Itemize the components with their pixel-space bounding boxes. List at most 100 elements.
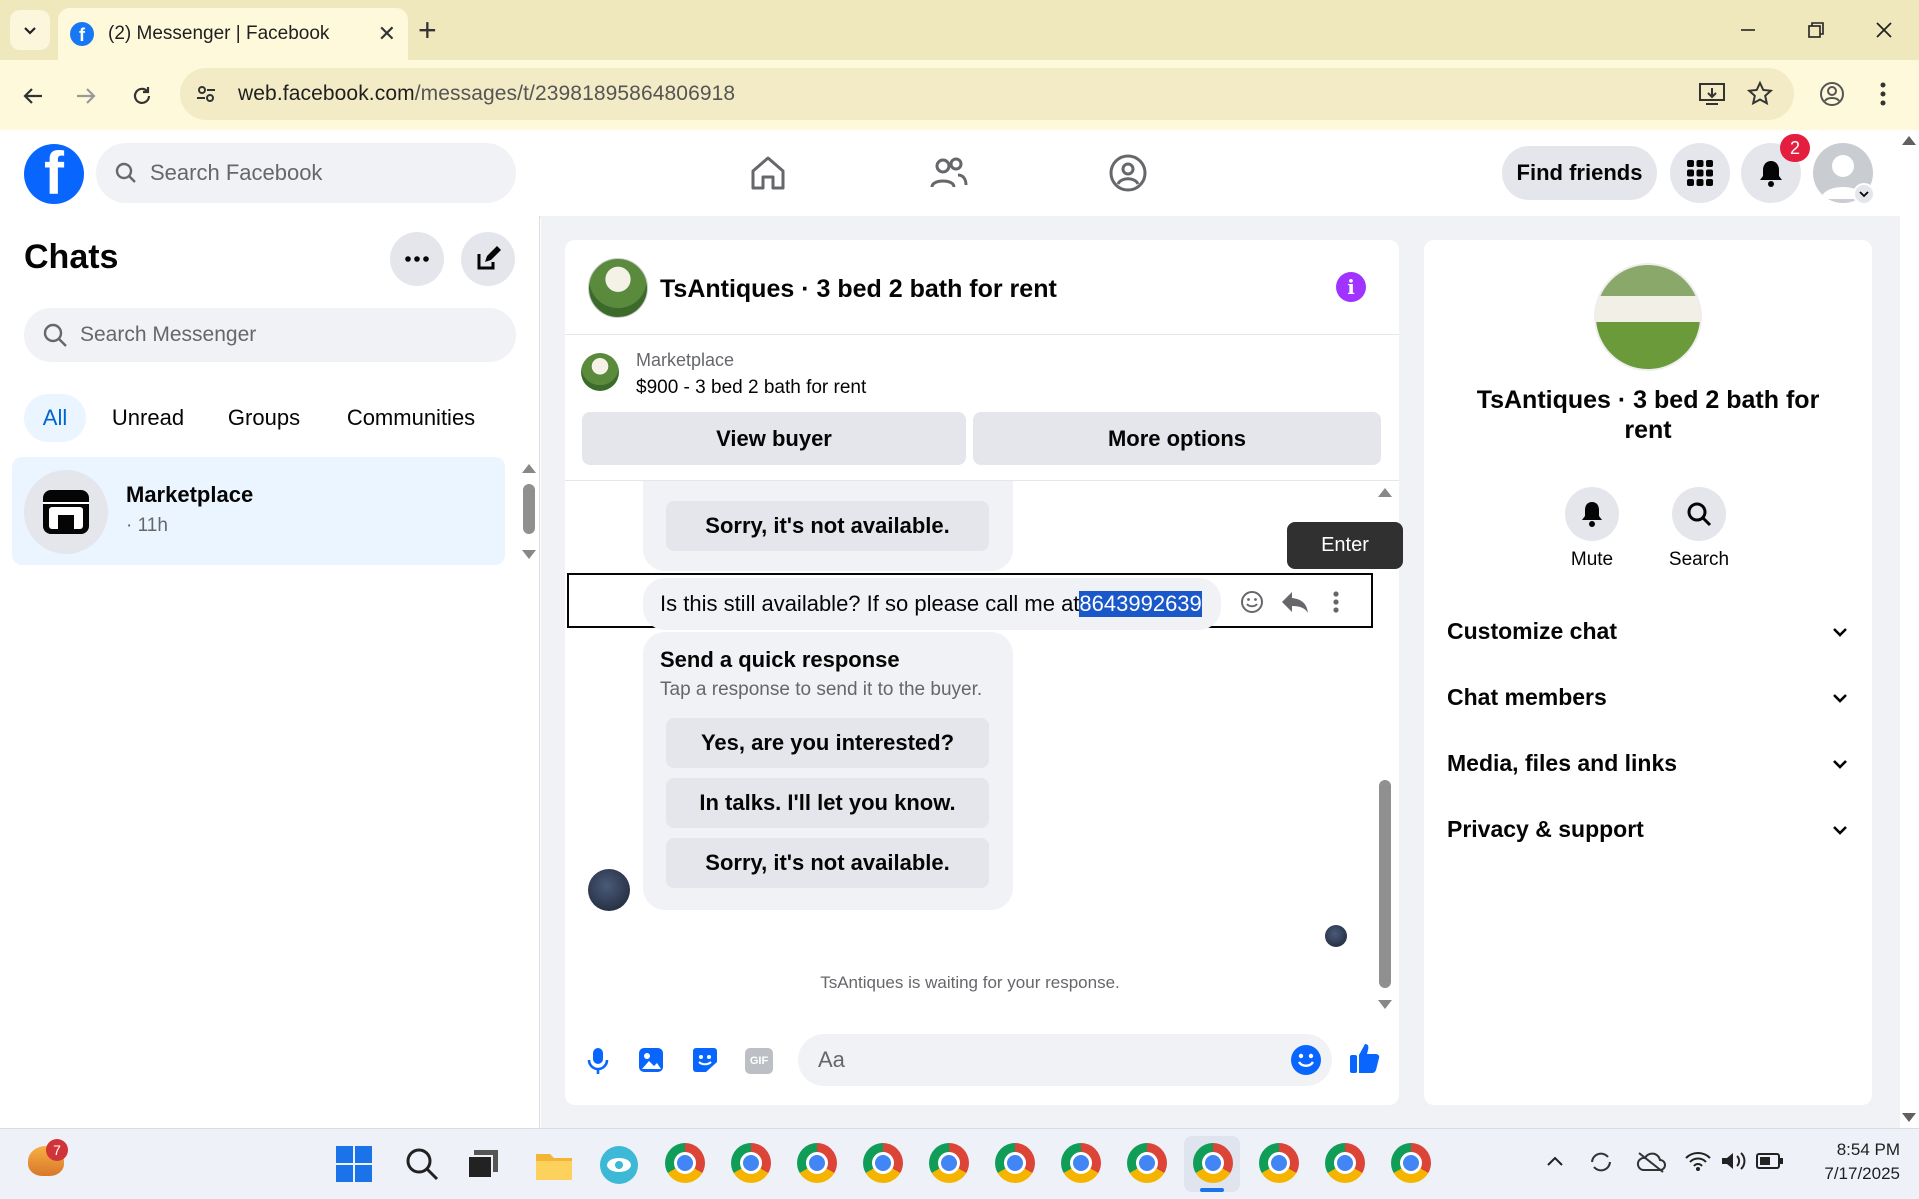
- messages-scroll-down-icon[interactable]: [1378, 1000, 1392, 1009]
- messages-scrollbar-thumb[interactable]: [1379, 780, 1391, 988]
- message-phone-number[interactable]: 8643992639: [1079, 591, 1202, 617]
- taskbar-search-icon[interactable]: [404, 1146, 440, 1187]
- gif-icon[interactable]: GIF: [745, 1048, 773, 1074]
- chatlist-scrollbar-thumb[interactable]: [523, 484, 535, 534]
- onedrive-offline-icon[interactable]: [1636, 1150, 1666, 1179]
- customize-chat-row[interactable]: Customize chat: [1447, 618, 1847, 645]
- chrome-window-icon[interactable]: [1325, 1143, 1365, 1183]
- quick-reply-not-available[interactable]: Sorry, it's not available.: [666, 838, 989, 888]
- reload-icon: [133, 87, 151, 104]
- chrome-window-icon[interactable]: [665, 1143, 705, 1183]
- chrome-window-icon[interactable]: [1259, 1143, 1299, 1183]
- attach-photo-icon[interactable]: [637, 1046, 665, 1079]
- reply-icon[interactable]: [1280, 589, 1310, 620]
- message-more-icon[interactable]: [1331, 590, 1341, 619]
- more-options-button[interactable]: More options: [973, 412, 1381, 465]
- listing-thumbnail[interactable]: [581, 353, 619, 391]
- details-avatar[interactable]: [1594, 263, 1702, 371]
- media-files-links-row[interactable]: Media, files and links: [1447, 750, 1847, 777]
- chrome-window-icon[interactable]: [1127, 1143, 1167, 1183]
- facebook-logo[interactable]: f: [24, 144, 84, 204]
- filter-all-tab[interactable]: All: [24, 394, 86, 442]
- show-hidden-icons-chevron-icon[interactable]: [1546, 1154, 1564, 1172]
- sync-icon[interactable]: [1588, 1150, 1614, 1179]
- reload-button[interactable]: [124, 78, 160, 114]
- chrome-window-icon[interactable]: [929, 1143, 969, 1183]
- marketplace-avatar: [24, 470, 108, 554]
- site-info-icon[interactable]: [194, 82, 218, 106]
- back-button[interactable]: [15, 78, 51, 114]
- chrome-window-icon[interactable]: [863, 1143, 903, 1183]
- react-emoji-icon[interactable]: [1238, 588, 1266, 621]
- conversation-title[interactable]: TsAntiques · 3 bed 2 bath for rent: [660, 275, 1057, 304]
- bookmark-star-icon[interactable]: [1746, 80, 1774, 113]
- address-bar[interactable]: web.facebook.com/messages/t/239818958648…: [180, 68, 1794, 120]
- tab-title: (2) Messenger | Facebook: [108, 23, 330, 44]
- message-composer-input[interactable]: Aa: [798, 1034, 1332, 1086]
- voice-clip-icon[interactable]: [585, 1046, 611, 1081]
- volume-icon[interactable]: [1720, 1150, 1748, 1177]
- message-bubble[interactable]: Is this still available? If so please ca…: [643, 578, 1221, 630]
- new-message-button[interactable]: [461, 232, 515, 286]
- mute-button[interactable]: [1565, 487, 1619, 541]
- messenger-search-input[interactable]: Search Messenger: [24, 308, 516, 362]
- browser-menu-icon[interactable]: [1878, 80, 1888, 113]
- seller-avatar[interactable]: [588, 258, 648, 318]
- groups-nav-button[interactable]: [1098, 148, 1158, 198]
- windows-start-icon[interactable]: [336, 1146, 372, 1187]
- forward-button[interactable]: [68, 78, 104, 114]
- install-app-icon[interactable]: [1698, 80, 1726, 113]
- quick-reply-sorry-previous[interactable]: Sorry, it's not available.: [666, 501, 989, 551]
- menu-button[interactable]: [1670, 143, 1730, 203]
- filter-groups-tab[interactable]: Groups: [216, 394, 312, 442]
- battery-icon[interactable]: [1756, 1152, 1784, 1175]
- conversation-info-icon[interactable]: i: [1336, 272, 1366, 302]
- chrome-window-icon[interactable]: [731, 1143, 771, 1183]
- close-window-button[interactable]: [1856, 10, 1912, 50]
- chat-members-row[interactable]: Chat members: [1447, 684, 1847, 711]
- file-explorer-icon[interactable]: [534, 1148, 574, 1187]
- emoji-picker-icon[interactable]: [1290, 1044, 1322, 1081]
- sticker-icon[interactable]: [690, 1046, 720, 1079]
- app-eye-icon[interactable]: [600, 1146, 638, 1184]
- listing-description[interactable]: $900 - 3 bed 2 bath for rent: [636, 377, 866, 399]
- restore-button[interactable]: [1788, 10, 1844, 50]
- chrome-window-icon[interactable]: [1391, 1143, 1431, 1183]
- like-thumbs-up-icon[interactable]: [1348, 1041, 1382, 1080]
- friends-nav-button[interactable]: [918, 148, 978, 198]
- home-nav-button[interactable]: [738, 148, 798, 198]
- chat-options-button[interactable]: [390, 232, 444, 286]
- page-scrollbar[interactable]: [1900, 130, 1919, 1128]
- messages-scroll-up-icon[interactable]: [1378, 488, 1392, 497]
- view-buyer-button[interactable]: View buyer: [582, 412, 966, 465]
- scroll-down-arrow-icon[interactable]: [1902, 1113, 1916, 1122]
- task-view-icon[interactable]: [466, 1148, 500, 1185]
- tab-search-button[interactable]: [10, 10, 50, 50]
- chrome-window-icon[interactable]: [797, 1143, 837, 1183]
- taskbar-date[interactable]: 7/17/2025: [1800, 1164, 1900, 1184]
- chatlist-scroll-up-icon[interactable]: [522, 464, 536, 473]
- minimize-button[interactable]: [1720, 10, 1776, 50]
- quick-reply-in-talks[interactable]: In talks. I'll let you know.: [666, 778, 989, 828]
- chrome-window-icon[interactable]: [1061, 1143, 1101, 1183]
- filter-communities-tab[interactable]: Communities: [330, 394, 492, 442]
- account-chevron-icon[interactable]: [1853, 183, 1875, 205]
- profile-icon[interactable]: [1818, 80, 1846, 113]
- taskbar-time[interactable]: 8:54 PM: [1800, 1140, 1900, 1160]
- chrome-window-icon[interactable]: [995, 1143, 1035, 1183]
- quick-response-subtitle: Tap a response to send it to the buyer.: [660, 679, 983, 700]
- new-tab-button[interactable]: +: [418, 12, 437, 49]
- chatlist-scroll-down-icon[interactable]: [522, 550, 536, 559]
- buyer-avatar[interactable]: [588, 869, 630, 911]
- privacy-support-row[interactable]: Privacy & support: [1447, 816, 1847, 843]
- browser-tab[interactable]: f (2) Messenger | Facebook ✕: [58, 8, 408, 60]
- chrome-window-active-icon[interactable]: [1193, 1143, 1233, 1183]
- wifi-icon[interactable]: [1684, 1150, 1712, 1177]
- find-friends-button[interactable]: Find friends: [1502, 146, 1657, 200]
- tab-close-icon[interactable]: ✕: [378, 21, 396, 47]
- scroll-up-arrow-icon[interactable]: [1902, 136, 1916, 145]
- facebook-search-input[interactable]: Search Facebook: [96, 143, 516, 203]
- search-in-conversation-button[interactable]: [1672, 487, 1726, 541]
- filter-unread-tab[interactable]: Unread: [100, 394, 196, 442]
- quick-reply-interested[interactable]: Yes, are you interested?: [666, 718, 989, 768]
